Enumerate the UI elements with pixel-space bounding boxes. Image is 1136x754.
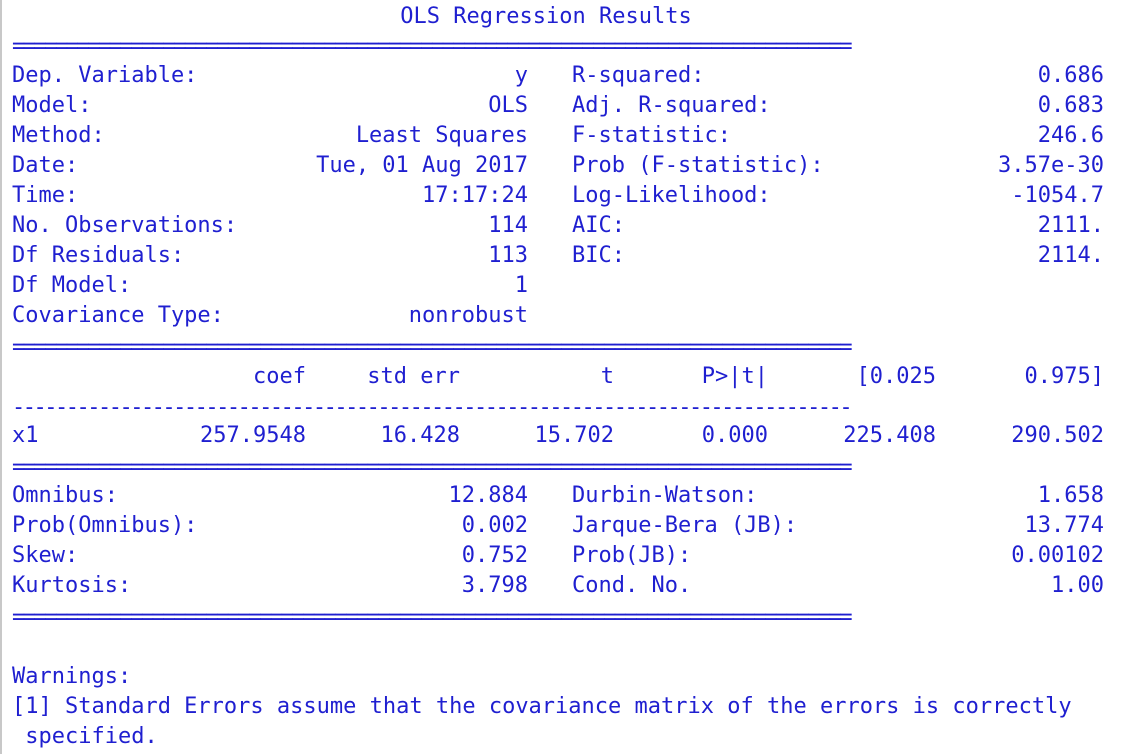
col-header-ci-upper: 0.975] bbox=[1024, 364, 1104, 389]
diag-label: Jarque-Bera (JB): bbox=[572, 513, 798, 538]
separator-double: ========================================… bbox=[12, 34, 853, 59]
info-label: Df Model: bbox=[12, 273, 132, 298]
results-title: OLS Regression Results bbox=[400, 4, 692, 29]
stat-value: 0.686 bbox=[1037, 63, 1104, 88]
info-label: Model: bbox=[12, 93, 92, 118]
cell-std-err: 16.428 bbox=[380, 423, 460, 448]
stat-value: 246.6 bbox=[1037, 123, 1104, 148]
stat-value: 2111. bbox=[1037, 213, 1104, 238]
diag-row: Prob(Omnibus): 0.002 Jarque-Bera (JB): 1… bbox=[12, 511, 1104, 541]
info-label: Method: bbox=[12, 123, 105, 148]
diag-label: Prob(JB): bbox=[572, 543, 692, 568]
diag-value: 12.884 bbox=[448, 483, 528, 508]
info-label: Dep. Variable: bbox=[12, 63, 198, 88]
info-label: Covariance Type: bbox=[12, 303, 224, 328]
col-header-std-err: std err bbox=[367, 364, 460, 389]
warnings-heading: Warnings: bbox=[12, 664, 132, 689]
diag-value: 0.00102 bbox=[1011, 543, 1104, 568]
stat-label: BIC: bbox=[572, 243, 625, 268]
info-row: Df Model: 1 bbox=[12, 271, 1104, 301]
output-cell-left-rule bbox=[0, 0, 2, 754]
warning-text-line: specified. bbox=[12, 724, 158, 749]
cell-p-value: 0.000 bbox=[701, 423, 768, 448]
diag-value: 1.658 bbox=[1037, 483, 1104, 508]
stat-label: R-squared: bbox=[572, 63, 705, 88]
diag-value: 0.752 bbox=[461, 543, 528, 568]
info-value: 113 bbox=[488, 243, 528, 268]
diag-label: Prob(Omnibus): bbox=[12, 513, 198, 538]
cell-coef: 257.9548 bbox=[200, 423, 306, 448]
info-value: 1 bbox=[514, 273, 528, 298]
info-value: OLS bbox=[488, 93, 528, 118]
stat-value: 2114. bbox=[1037, 243, 1104, 268]
cell-ci-lower: 225.408 bbox=[843, 423, 936, 448]
col-header-p-value: P>|t| bbox=[701, 364, 768, 389]
diag-label: Skew: bbox=[12, 543, 79, 568]
diag-value: 3.798 bbox=[461, 573, 528, 598]
stat-label: AIC: bbox=[572, 213, 625, 238]
info-label: No. Observations: bbox=[12, 213, 238, 238]
info-label: Date: bbox=[12, 153, 79, 178]
diag-value: 13.774 bbox=[1024, 513, 1104, 538]
info-row: Model: OLS Adj. R-squared: 0.683 bbox=[12, 91, 1104, 121]
info-value: nonrobust bbox=[408, 303, 528, 328]
diag-value: 1.00 bbox=[1051, 573, 1104, 598]
info-value: Tue, 01 Aug 2017 bbox=[316, 153, 528, 178]
diag-row: Skew: 0.752 Prob(JB): 0.00102 bbox=[12, 541, 1104, 571]
stat-label: Prob (F-statistic): bbox=[572, 153, 824, 178]
cell-t: 15.702 bbox=[534, 423, 614, 448]
separator-single: ----------------------------------------… bbox=[12, 395, 853, 420]
info-label: Df Residuals: bbox=[12, 243, 185, 268]
stat-value: 3.57e-30 bbox=[998, 153, 1104, 178]
stat-value: -1054.7 bbox=[1011, 183, 1104, 208]
col-header-ci-lower: [0.025 bbox=[856, 364, 936, 389]
info-row: Time: 17:17:24 Log-Likelihood: -1054.7 bbox=[12, 181, 1104, 211]
info-value: y bbox=[514, 63, 528, 88]
info-value: 114 bbox=[488, 213, 528, 238]
coef-table-header: coef std err t P>|t| [0.025 0.975] bbox=[12, 362, 1104, 392]
info-label: Time: bbox=[12, 183, 79, 208]
info-row: Df Residuals: 113 BIC: 2114. bbox=[12, 241, 1104, 271]
diag-row: Kurtosis: 3.798 Cond. No. 1.00 bbox=[12, 571, 1104, 601]
diag-label: Omnibus: bbox=[12, 483, 118, 508]
col-header-t: t bbox=[600, 364, 614, 389]
stat-label: Log-Likelihood: bbox=[572, 183, 771, 208]
diag-value: 0.002 bbox=[461, 513, 528, 538]
info-value: 17:17:24 bbox=[422, 183, 528, 208]
table-row: x1 257.9548 16.428 15.702 0.000 225.408 … bbox=[12, 421, 1104, 451]
cell-ci-upper: 290.502 bbox=[1011, 423, 1104, 448]
diag-label: Cond. No. bbox=[572, 573, 692, 598]
info-row: Method: Least Squares F-statistic: 246.6 bbox=[12, 121, 1104, 151]
warning-text-line: [1] Standard Errors assume that the cova… bbox=[12, 694, 1072, 719]
diag-row: Omnibus: 12.884 Durbin-Watson: 1.658 bbox=[12, 481, 1104, 511]
separator-double: ========================================… bbox=[12, 605, 853, 630]
info-row: Covariance Type: nonrobust bbox=[12, 301, 1104, 331]
row-variable: x1 bbox=[12, 423, 39, 448]
diag-label: Durbin-Watson: bbox=[572, 483, 758, 508]
stat-label: F-statistic: bbox=[572, 123, 731, 148]
stat-value: 0.683 bbox=[1037, 93, 1104, 118]
stat-label: Adj. R-squared: bbox=[572, 93, 771, 118]
info-row: Date: Tue, 01 Aug 2017 Prob (F-statistic… bbox=[12, 151, 1104, 181]
col-header-coef: coef bbox=[253, 364, 306, 389]
separator-double: ========================================… bbox=[12, 455, 853, 480]
info-value: Least Squares bbox=[355, 123, 528, 148]
separator-double: ========================================… bbox=[12, 335, 853, 360]
info-row: Dep. Variable: y R-squared: 0.686 bbox=[12, 61, 1104, 91]
diag-label: Kurtosis: bbox=[12, 573, 132, 598]
info-row: No. Observations: 114 AIC: 2111. bbox=[12, 211, 1104, 241]
